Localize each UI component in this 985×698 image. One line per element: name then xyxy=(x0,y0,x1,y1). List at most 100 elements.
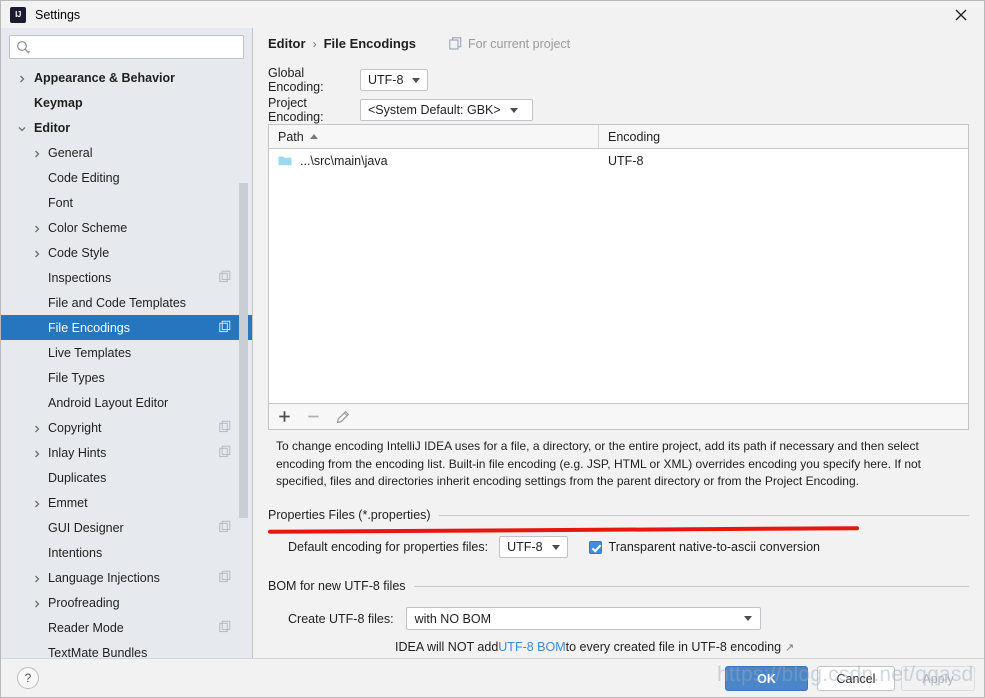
column-header-encoding[interactable]: Encoding xyxy=(599,125,968,148)
global-encoding-label: Global Encoding: xyxy=(268,66,324,94)
chevron-right-icon[interactable] xyxy=(32,448,42,458)
sidebar-item-copyright[interactable]: Copyright xyxy=(1,415,252,440)
global-encoding-select[interactable]: UTF-8 xyxy=(360,69,429,91)
sidebar-item-label: Intentions xyxy=(48,545,103,560)
create-utf8-files-value: with NO BOM xyxy=(414,611,491,626)
chevron-right-icon[interactable] xyxy=(32,148,42,158)
sidebar-item-file-and-code-templates[interactable]: File and Code Templates xyxy=(1,290,252,315)
external-link-icon: ↗ xyxy=(785,641,795,654)
sidebar-item-label: Duplicates xyxy=(48,470,107,485)
bom-hint: IDEA will NOT add UTF-8 BOM to every cre… xyxy=(395,640,794,654)
sidebar-item-editor[interactable]: Editor xyxy=(1,115,252,140)
sidebar-item-label: Emmet xyxy=(48,495,88,510)
transparent-conversion-checkbox[interactable]: Transparent native-to-ascii conversion xyxy=(588,540,820,554)
sidebar-item-inlay-hints[interactable]: Inlay Hints xyxy=(1,440,252,465)
sidebar-item-code-editing[interactable]: Code Editing xyxy=(1,165,252,190)
ok-button[interactable]: OK xyxy=(725,666,808,691)
sidebar-item-font[interactable]: Font xyxy=(1,190,252,215)
settings-tree: Appearance & Behavior Keymap Editor General… xyxy=(1,65,252,660)
project-encoding-value: <System Default: GBK> xyxy=(368,103,501,117)
table-row[interactable]: ...\src\main\java UTF-8 xyxy=(269,149,968,173)
apply-button[interactable]: Apply xyxy=(901,666,975,691)
sidebar-item-code-style[interactable]: Code Style xyxy=(1,240,252,265)
remove-button[interactable] xyxy=(307,410,320,423)
sidebar-item-file-types[interactable]: File Types xyxy=(1,365,252,390)
add-button[interactable] xyxy=(278,410,291,423)
sidebar-item-color-scheme[interactable]: Color Scheme xyxy=(1,215,252,240)
edit-button[interactable] xyxy=(336,410,350,424)
default-properties-encoding-row: Default encoding for properties files: U… xyxy=(288,536,820,558)
bom-hint-prefix: IDEA will NOT add xyxy=(395,640,499,654)
chevron-right-icon[interactable] xyxy=(32,498,42,508)
sidebar-item-label: File Encodings xyxy=(48,320,130,335)
help-button[interactable]: ? xyxy=(17,667,39,689)
chevron-right-icon[interactable] xyxy=(17,73,27,83)
search-box[interactable] xyxy=(9,35,244,59)
utf8-bom-link[interactable]: UTF-8 BOM xyxy=(498,640,565,654)
create-utf8-files-select[interactable]: with NO BOM xyxy=(405,607,761,630)
sidebar-item-live-templates[interactable]: Live Templates xyxy=(1,340,252,365)
breadcrumb-separator-icon: › xyxy=(312,36,317,51)
close-button[interactable] xyxy=(938,1,984,28)
copy-project-icon xyxy=(219,520,231,535)
sidebar-item-file-encodings[interactable]: File Encodings xyxy=(1,315,252,340)
sidebar-item-appearance-behavior[interactable]: Appearance & Behavior xyxy=(1,65,252,90)
cell-encoding-label: UTF-8 xyxy=(608,154,644,168)
sidebar-item-emmet[interactable]: Emmet xyxy=(1,490,252,515)
create-utf8-files-label: Create UTF-8 files: xyxy=(288,611,394,626)
sidebar-item-duplicates[interactable]: Duplicates xyxy=(1,465,252,490)
sidebar-item-proofreading[interactable]: Proofreading xyxy=(1,590,252,615)
chevron-right-icon[interactable] xyxy=(32,248,42,258)
sidebar-item-label: Proofreading xyxy=(48,595,120,610)
encodings-table: Path Encoding ...\src\main\java UTF-8 xyxy=(268,124,969,404)
search-icon xyxy=(17,40,31,54)
sidebar-item-reader-mode[interactable]: Reader Mode xyxy=(1,615,252,640)
sidebar-item-intentions[interactable]: Intentions xyxy=(1,540,252,565)
transparent-conversion-label: Transparent native-to-ascii conversion xyxy=(608,540,820,554)
project-encoding-select[interactable]: <System Default: GBK> xyxy=(360,99,533,121)
cell-encoding: UTF-8 xyxy=(599,154,968,168)
default-properties-encoding-label: Default encoding for properties files: xyxy=(288,540,489,554)
sidebar-item-language-injections[interactable]: Language Injections xyxy=(1,565,252,590)
bom-hint-suffix: to every created file in UTF-8 encoding xyxy=(565,640,782,654)
column-header-path[interactable]: Path xyxy=(269,125,599,148)
section-divider xyxy=(413,585,969,587)
sidebar-item-label: Keymap xyxy=(34,95,83,110)
project-encoding-row: Project Encoding: <System Default: GBK> xyxy=(268,96,533,124)
chevron-right-icon[interactable] xyxy=(32,573,42,583)
plus-icon xyxy=(279,411,290,422)
bom-section-title: BOM for new UTF-8 files xyxy=(268,579,969,593)
sidebar-item-label: Font xyxy=(48,195,74,210)
sidebar-item-textmate-bundles[interactable]: TextMate Bundles xyxy=(1,640,252,660)
chevron-right-icon[interactable] xyxy=(32,223,42,233)
copy-project-icon xyxy=(219,445,231,460)
copy-project-icon xyxy=(219,420,231,435)
cancel-button[interactable]: Cancel xyxy=(817,666,895,691)
sidebar-item-general[interactable]: General xyxy=(1,140,252,165)
copy-project-icon xyxy=(219,320,231,335)
breadcrumb-parent[interactable]: Editor xyxy=(268,36,306,51)
dialog-footer: ? OK Cancel Apply xyxy=(1,658,984,697)
sort-ascending-icon xyxy=(309,134,318,139)
chevron-right-icon[interactable] xyxy=(32,423,42,433)
sidebar-item-gui-designer[interactable]: GUI Designer xyxy=(1,515,252,540)
default-properties-encoding-select[interactable]: UTF-8 xyxy=(499,536,568,558)
copy-project-icon xyxy=(219,270,231,285)
sidebar-item-keymap[interactable]: Keymap xyxy=(1,90,252,115)
chevron-down-icon xyxy=(509,107,518,113)
sidebar-scrollbar-thumb[interactable] xyxy=(239,183,248,518)
chevron-down-icon[interactable] xyxy=(17,123,27,133)
chevron-down-icon xyxy=(743,616,752,621)
default-properties-encoding-value: UTF-8 xyxy=(507,540,543,554)
column-header-encoding-label: Encoding xyxy=(608,129,661,144)
checkbox-checked-icon xyxy=(588,540,602,554)
settings-dialog: Settings Appearance & Behavior Keymap Edit… xyxy=(0,0,985,698)
search-input[interactable] xyxy=(34,37,237,57)
global-encoding-row: Global Encoding: UTF-8 xyxy=(268,66,429,94)
copy-project-icon xyxy=(449,37,462,50)
chevron-right-icon[interactable] xyxy=(32,598,42,608)
sidebar-item-inspections[interactable]: Inspections xyxy=(1,265,252,290)
breadcrumb-current: File Encodings xyxy=(323,36,417,51)
sidebar-item-android-layout-editor[interactable]: Android Layout Editor xyxy=(1,390,252,415)
breadcrumb: Editor › File Encodings For current proj… xyxy=(268,36,570,51)
